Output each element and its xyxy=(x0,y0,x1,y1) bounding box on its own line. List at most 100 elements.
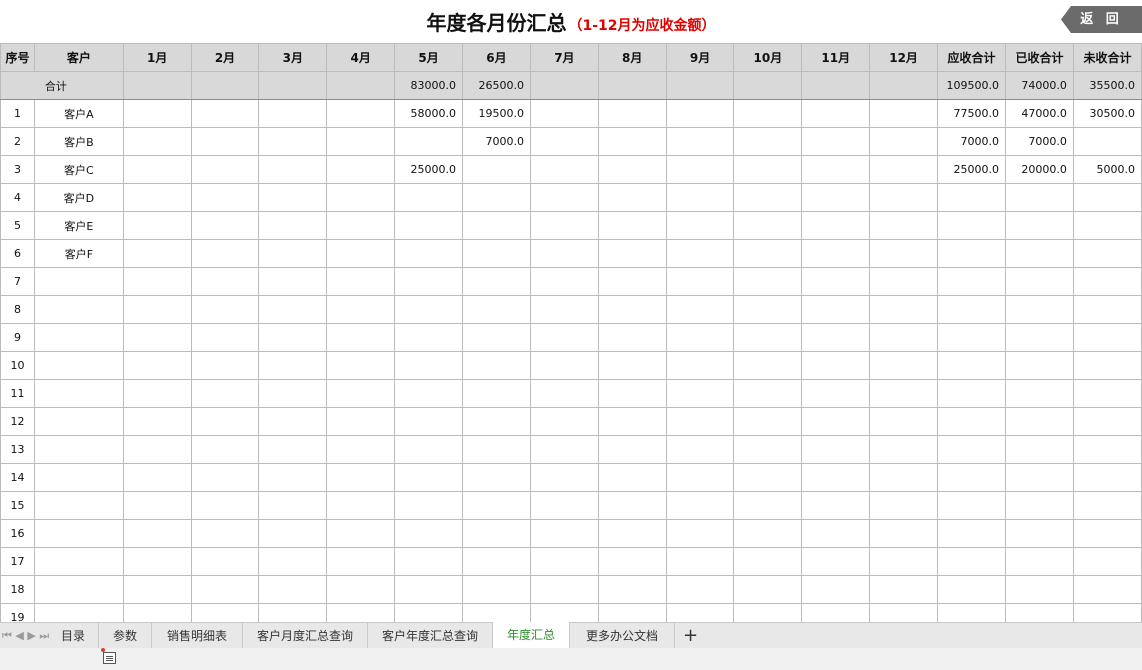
receivable-cell[interactable] xyxy=(937,239,1006,268)
month-cell[interactable] xyxy=(326,267,396,296)
month-cell[interactable] xyxy=(394,295,464,324)
outstanding-cell[interactable] xyxy=(1072,407,1142,436)
column-header[interactable]: 8月 xyxy=(597,43,667,72)
received-cell[interactable] xyxy=(1004,547,1074,576)
month-cell[interactable] xyxy=(597,491,667,520)
month-cell[interactable] xyxy=(733,463,803,492)
month-cell[interactable] xyxy=(733,351,803,380)
month-cell[interactable] xyxy=(258,351,328,380)
month-cell[interactable] xyxy=(869,379,939,408)
month-cell[interactable] xyxy=(462,351,531,380)
month-cell[interactable] xyxy=(190,519,260,548)
month-cell[interactable] xyxy=(122,155,192,184)
month-cell[interactable] xyxy=(801,519,871,548)
month-cell[interactable] xyxy=(394,463,464,492)
cell[interactable] xyxy=(190,71,260,100)
outstanding-cell[interactable] xyxy=(1072,211,1142,240)
column-header[interactable]: 1月 xyxy=(122,43,192,72)
month-cell[interactable] xyxy=(869,435,939,464)
month-cell[interactable] xyxy=(122,267,192,296)
receivable-cell[interactable] xyxy=(937,295,1006,324)
month-cell[interactable] xyxy=(665,99,735,128)
sheet-tab[interactable]: 销售明细表 xyxy=(152,623,243,649)
receivable-cell[interactable]: 77500.0 xyxy=(937,99,1006,128)
month-cell[interactable] xyxy=(394,127,464,156)
received-cell[interactable] xyxy=(1004,351,1074,380)
month-cell[interactable] xyxy=(122,547,192,576)
customer-cell[interactable]: 客户E xyxy=(33,211,124,240)
cell[interactable] xyxy=(733,71,803,100)
outstanding-cell[interactable] xyxy=(1072,379,1142,408)
month-cell[interactable] xyxy=(597,127,667,156)
month-cell[interactable] xyxy=(597,323,667,352)
month-cell[interactable] xyxy=(190,575,260,604)
column-header[interactable]: 应收合计 xyxy=(937,43,1006,72)
month-cell[interactable] xyxy=(190,435,260,464)
month-cell[interactable] xyxy=(733,155,803,184)
month-cell[interactable] xyxy=(733,435,803,464)
month-cell[interactable] xyxy=(597,519,667,548)
month-cell[interactable] xyxy=(869,211,939,240)
month-cell[interactable] xyxy=(258,463,328,492)
receivable-cell[interactable] xyxy=(937,351,1006,380)
cell[interactable] xyxy=(529,71,599,100)
outstanding-cell[interactable] xyxy=(1072,183,1142,212)
outstanding-cell[interactable] xyxy=(1072,267,1142,296)
month-cell[interactable] xyxy=(529,239,599,268)
month-cell[interactable] xyxy=(258,435,328,464)
month-cell[interactable] xyxy=(462,379,531,408)
month-cell[interactable] xyxy=(326,575,396,604)
customer-cell[interactable] xyxy=(33,351,124,380)
month-cell[interactable] xyxy=(122,519,192,548)
month-cell[interactable] xyxy=(801,211,871,240)
received-cell[interactable] xyxy=(1004,435,1074,464)
received-cell[interactable] xyxy=(1004,183,1074,212)
column-header[interactable]: 7月 xyxy=(529,43,599,72)
month-cell[interactable] xyxy=(529,519,599,548)
receivable-cell[interactable] xyxy=(937,323,1006,352)
month-cell[interactable] xyxy=(665,407,735,436)
month-cell[interactable] xyxy=(733,295,803,324)
month-cell[interactable] xyxy=(869,491,939,520)
customer-cell[interactable] xyxy=(33,491,124,520)
month-cell[interactable]: 25000.0 xyxy=(394,155,464,184)
month-cell[interactable] xyxy=(665,267,735,296)
month-cell[interactable] xyxy=(326,127,396,156)
outstanding-cell[interactable] xyxy=(1072,463,1142,492)
month-cell[interactable] xyxy=(326,547,396,576)
month-cell[interactable] xyxy=(733,491,803,520)
month-cell[interactable] xyxy=(869,239,939,268)
month-cell[interactable] xyxy=(190,407,260,436)
month-cell[interactable] xyxy=(258,155,328,184)
month-cell[interactable] xyxy=(326,323,396,352)
customer-cell[interactable]: 客户D xyxy=(33,183,124,212)
month-cell[interactable] xyxy=(190,351,260,380)
month-cell[interactable] xyxy=(801,491,871,520)
received-cell[interactable] xyxy=(1004,295,1074,324)
month-cell[interactable] xyxy=(122,295,192,324)
month-cell[interactable] xyxy=(733,211,803,240)
month-cell[interactable] xyxy=(190,183,260,212)
outstanding-cell[interactable] xyxy=(1072,351,1142,380)
received-cell[interactable] xyxy=(1004,491,1074,520)
cell[interactable] xyxy=(122,71,192,100)
month-cell[interactable] xyxy=(394,519,464,548)
row-number[interactable]: 10 xyxy=(0,351,35,380)
month-cell[interactable] xyxy=(326,519,396,548)
received-cell[interactable] xyxy=(1004,239,1074,268)
total-received[interactable]: 74000.0 xyxy=(1004,71,1074,100)
customer-cell[interactable] xyxy=(33,295,124,324)
received-cell[interactable] xyxy=(1004,211,1074,240)
month-cell[interactable] xyxy=(529,351,599,380)
month-cell[interactable] xyxy=(462,239,531,268)
sheet-tab[interactable]: 更多办公文档 xyxy=(570,623,675,649)
month-cell[interactable] xyxy=(869,155,939,184)
month-cell[interactable] xyxy=(462,183,531,212)
month-cell[interactable] xyxy=(801,127,871,156)
outstanding-cell[interactable] xyxy=(1072,323,1142,352)
month-cell[interactable] xyxy=(665,575,735,604)
month-cell[interactable] xyxy=(394,379,464,408)
month-cell[interactable] xyxy=(665,295,735,324)
cell[interactable] xyxy=(665,71,735,100)
outstanding-cell[interactable] xyxy=(1072,239,1142,268)
